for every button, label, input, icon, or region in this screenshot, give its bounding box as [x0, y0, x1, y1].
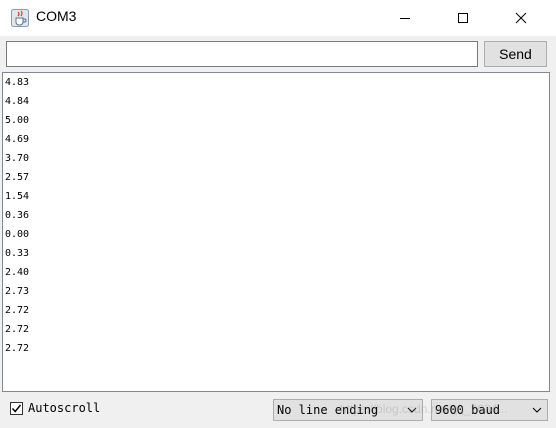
autoscroll-checkbox[interactable]	[10, 401, 23, 415]
output-line: 4.69	[5, 134, 30, 145]
close-button[interactable]	[498, 0, 544, 36]
maximize-button[interactable]	[440, 0, 486, 36]
output-line: 1.54	[5, 191, 30, 202]
chevron-down-icon	[532, 407, 542, 413]
baud-rate-select[interactable]: 9600 baud	[431, 399, 548, 421]
baud-rate-value: 9600 baud	[435, 403, 501, 417]
chevron-down-icon	[407, 407, 417, 413]
output-line: 4.83	[5, 77, 30, 88]
output-line: 3.70	[5, 153, 30, 164]
output-line: 0.36	[5, 210, 30, 221]
output-line: 0.33	[5, 248, 30, 259]
minimize-button[interactable]	[382, 0, 428, 36]
title-bar[interactable]: COM3	[0, 0, 556, 36]
checkmark-icon	[11, 404, 22, 413]
send-button[interactable]: Send	[484, 41, 547, 67]
close-icon	[515, 12, 527, 24]
java-cup-icon	[11, 9, 29, 27]
line-ending-select[interactable]: No line ending	[273, 399, 423, 421]
output-line: 0.00	[5, 229, 30, 240]
maximize-icon	[458, 13, 468, 23]
output-line: 2.72	[5, 324, 30, 335]
output-line: 2.57	[5, 172, 30, 183]
serial-input[interactable]	[6, 41, 478, 67]
send-row: Send	[0, 36, 556, 72]
bottom-bar: Autoscroll No line ending 9600 baud	[0, 392, 556, 428]
serial-monitor-window: COM3 Send 4.83 4.84 5.00 4.69 3.70 2.57	[0, 0, 556, 428]
line-ending-value: No line ending	[277, 403, 379, 417]
minimize-icon	[400, 18, 410, 19]
output-line: 5.00	[5, 115, 30, 126]
serial-output[interactable]: 4.83 4.84 5.00 4.69 3.70 2.57 1.54 0.36 …	[2, 72, 550, 392]
output-line: 2.72	[5, 343, 30, 354]
output-line: 2.73	[5, 286, 30, 297]
output-line: 2.40	[5, 267, 30, 278]
window-title: COM3	[36, 8, 77, 24]
output-line: 4.84	[5, 96, 30, 107]
autoscroll-toggle[interactable]: Autoscroll	[10, 401, 100, 415]
autoscroll-label: Autoscroll	[28, 401, 101, 415]
output-line: 2.72	[5, 305, 30, 316]
